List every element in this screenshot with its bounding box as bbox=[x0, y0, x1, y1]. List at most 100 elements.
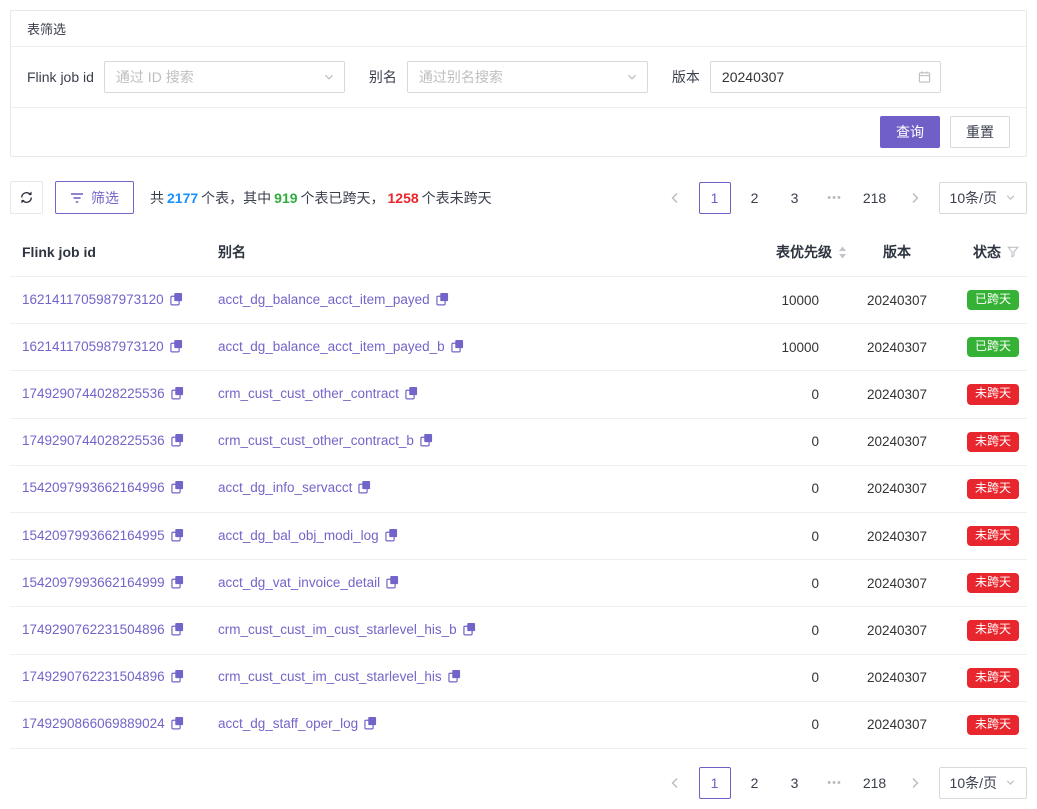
flink-job-id-link[interactable]: 1749290762231504896 bbox=[22, 669, 165, 684]
flink-job-id-link[interactable]: 1749290866069889024 bbox=[22, 716, 165, 731]
copy-icon[interactable] bbox=[405, 386, 418, 403]
version-cell: 20240307 bbox=[849, 607, 941, 654]
version-cell: 20240307 bbox=[849, 701, 941, 748]
copy-icon[interactable] bbox=[436, 292, 449, 309]
page-button-last[interactable]: 218 bbox=[859, 182, 891, 214]
refresh-button[interactable] bbox=[10, 181, 43, 214]
flink-job-id-link[interactable]: 1621411705987973120 bbox=[22, 339, 164, 354]
page-button-1[interactable]: 1 bbox=[699, 767, 731, 799]
next-page-icon[interactable] bbox=[899, 767, 931, 799]
status-badge: 已跨天 bbox=[967, 290, 1019, 310]
status-badge: 未跨天 bbox=[967, 384, 1019, 404]
alias-link[interactable]: crm_cust_cust_other_contract bbox=[218, 386, 399, 401]
table-row: 1542097993662164996 acct_dg_info_servacct… bbox=[10, 465, 1027, 512]
flink-job-id-link[interactable]: 1542097993662164995 bbox=[22, 528, 165, 543]
priority-cell: 0 bbox=[764, 418, 849, 465]
copy-icon[interactable] bbox=[451, 339, 464, 356]
alias-link[interactable]: crm_cust_cust_other_contract_b bbox=[218, 433, 414, 448]
flink-job-id-link[interactable]: 1749290744028225536 bbox=[22, 386, 165, 401]
uncrossed-count: 1258 bbox=[388, 190, 419, 206]
filter-toggle-button[interactable]: 筛选 bbox=[55, 181, 134, 214]
copy-icon[interactable] bbox=[448, 669, 461, 686]
copy-icon[interactable] bbox=[358, 480, 371, 497]
filter-funnel-icon[interactable] bbox=[1007, 246, 1019, 258]
prev-page-icon[interactable] bbox=[659, 767, 691, 799]
copy-icon[interactable] bbox=[171, 528, 184, 545]
table-row: 1542097993662164999 acct_dg_vat_invoice_d… bbox=[10, 560, 1027, 607]
version-cell: 20240307 bbox=[849, 371, 941, 418]
flink-job-id-link[interactable]: 1542097993662164996 bbox=[22, 480, 165, 495]
version-cell: 20240307 bbox=[849, 465, 941, 512]
priority-cell: 0 bbox=[764, 512, 849, 559]
page-button-1[interactable]: 1 bbox=[699, 182, 731, 214]
alias-link[interactable]: acct_dg_balance_acct_item_payed_b bbox=[218, 339, 445, 354]
flink-job-id-link[interactable]: 1621411705987973120 bbox=[22, 292, 164, 307]
header-version: 版本 bbox=[849, 228, 941, 277]
copy-icon[interactable] bbox=[171, 480, 184, 497]
copy-icon[interactable] bbox=[171, 669, 184, 686]
alias-link[interactable]: acct_dg_staff_oper_log bbox=[218, 716, 358, 731]
pagination-ellipsis[interactable]: ••• bbox=[819, 182, 851, 214]
copy-icon[interactable] bbox=[171, 622, 184, 639]
copy-icon[interactable] bbox=[170, 292, 183, 309]
flink-job-id-link[interactable]: 1542097993662164999 bbox=[22, 575, 165, 590]
pagination-ellipsis[interactable]: ••• bbox=[819, 767, 851, 799]
version-cell: 20240307 bbox=[849, 654, 941, 701]
query-button[interactable]: 查询 bbox=[880, 116, 940, 148]
table-toolbar: 筛选 共2177个表，其中919个表已跨天，1258个表未跨天 123•••21… bbox=[10, 181, 1027, 214]
page-button-2[interactable]: 2 bbox=[739, 182, 771, 214]
version-date-input[interactable]: 20240307 bbox=[710, 61, 941, 93]
copy-icon[interactable] bbox=[171, 716, 184, 733]
copy-icon[interactable] bbox=[420, 433, 433, 450]
job-id-select[interactable]: 通过 ID 搜索 bbox=[104, 61, 345, 93]
page-button-3[interactable]: 3 bbox=[779, 182, 811, 214]
copy-icon[interactable] bbox=[385, 528, 398, 545]
page-size-value: 10条/页 bbox=[950, 188, 997, 208]
copy-icon[interactable] bbox=[364, 716, 377, 733]
copy-icon[interactable] bbox=[170, 339, 183, 356]
alias-link[interactable]: crm_cust_cust_im_cust_starlevel_his_b bbox=[218, 622, 457, 637]
header-alias: 别名 bbox=[206, 228, 764, 277]
flink-job-id-link[interactable]: 1749290762231504896 bbox=[22, 622, 165, 637]
alias-link[interactable]: acct_dg_vat_invoice_detail bbox=[218, 575, 380, 590]
table-row: 1749290744028225536 crm_cust_cust_other_c… bbox=[10, 371, 1027, 418]
copy-icon[interactable] bbox=[171, 386, 184, 403]
priority-cell: 0 bbox=[764, 371, 849, 418]
flink-job-id-link[interactable]: 1749290744028225536 bbox=[22, 433, 165, 448]
alias-label: 别名 bbox=[369, 67, 397, 87]
calendar-icon bbox=[918, 71, 931, 84]
alias-select[interactable]: 通过别名搜索 bbox=[407, 61, 648, 93]
copy-icon[interactable] bbox=[171, 575, 184, 592]
page-button-2[interactable]: 2 bbox=[739, 767, 771, 799]
page-size-select[interactable]: 10条/页 bbox=[939, 182, 1027, 214]
sort-carets-icon[interactable] bbox=[838, 246, 847, 259]
priority-cell: 0 bbox=[764, 654, 849, 701]
copy-icon[interactable] bbox=[171, 433, 184, 450]
chevron-down-icon bbox=[1005, 777, 1016, 788]
table-row: 1621411705987973120 acct_dg_balance_acct_… bbox=[10, 277, 1027, 324]
header-flink-job-id: Flink job id bbox=[10, 228, 206, 277]
tables-table: Flink job id 别名 表优先级 版本 状态 bbox=[10, 228, 1027, 749]
header-priority[interactable]: 表优先级 bbox=[764, 228, 849, 277]
header-status: 状态 bbox=[941, 228, 1027, 277]
filter-fields-row: Flink job id 通过 ID 搜索 别名 通过别名搜索 版本 20240… bbox=[11, 47, 1026, 108]
page-button-3[interactable]: 3 bbox=[779, 767, 811, 799]
alias-link[interactable]: acct_dg_info_servacct bbox=[218, 480, 352, 495]
alias-placeholder: 通过别名搜索 bbox=[419, 67, 503, 87]
status-badge: 未跨天 bbox=[967, 432, 1019, 452]
alias-link[interactable]: acct_dg_bal_obj_modi_log bbox=[218, 528, 379, 543]
prev-page-icon[interactable] bbox=[659, 182, 691, 214]
chevron-down-icon bbox=[323, 71, 335, 83]
table-row: 1749290762231504896 crm_cust_cust_im_cust… bbox=[10, 607, 1027, 654]
copy-icon[interactable] bbox=[386, 575, 399, 592]
page-size-value: 10条/页 bbox=[950, 773, 997, 793]
next-page-icon[interactable] bbox=[899, 182, 931, 214]
copy-icon[interactable] bbox=[463, 622, 476, 639]
filter-card-title: 表筛选 bbox=[11, 11, 1026, 47]
page-size-select[interactable]: 10条/页 bbox=[939, 767, 1027, 799]
alias-link[interactable]: acct_dg_balance_acct_item_payed bbox=[218, 292, 430, 307]
page-button-last[interactable]: 218 bbox=[859, 767, 891, 799]
reset-button[interactable]: 重置 bbox=[950, 116, 1010, 148]
priority-cell: 10000 bbox=[764, 277, 849, 324]
alias-link[interactable]: crm_cust_cust_im_cust_starlevel_his bbox=[218, 669, 442, 684]
